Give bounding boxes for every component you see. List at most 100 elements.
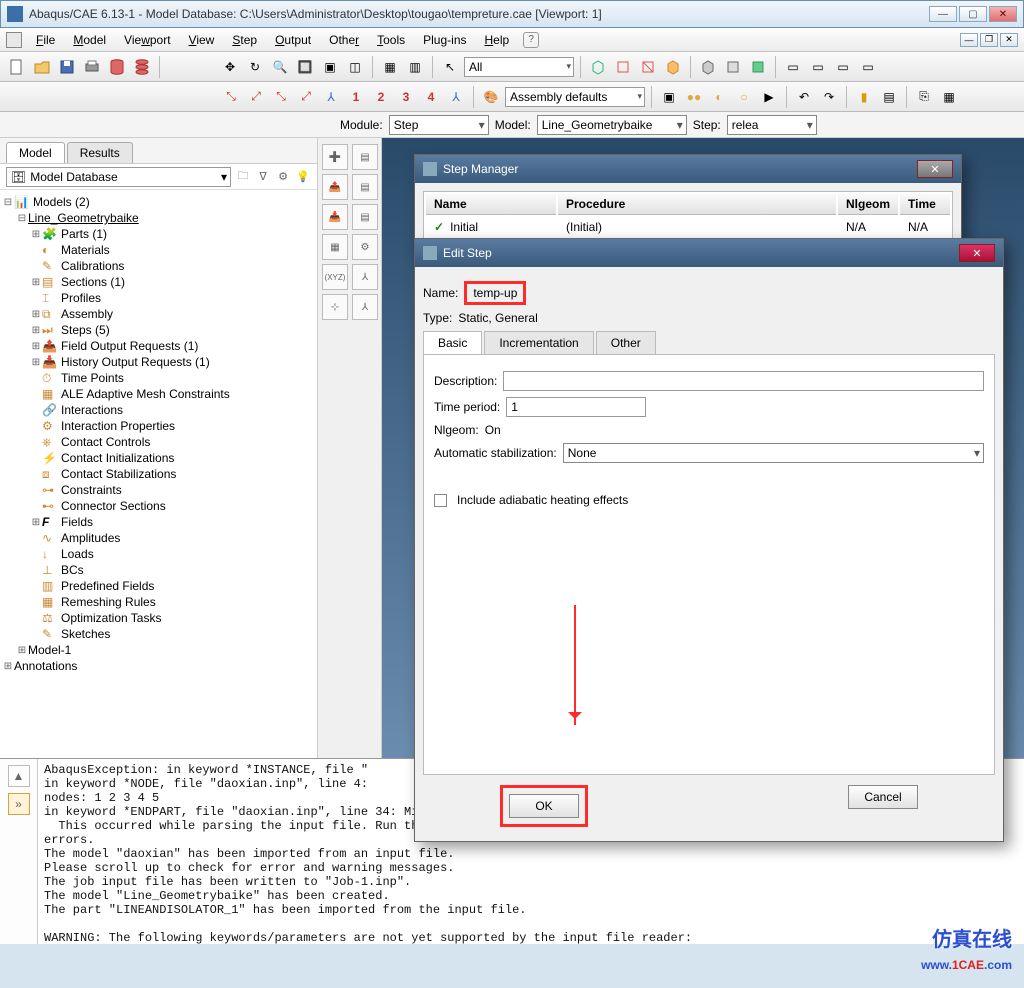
table-row[interactable]: ✓Initial (Initial) N/A N/A	[426, 217, 950, 237]
menu-output[interactable]: Output	[267, 31, 319, 49]
circles2-icon[interactable]: ◐	[708, 86, 730, 108]
view-right-icon[interactable]	[747, 56, 769, 78]
tree-calibrations[interactable]: Calibrations	[61, 259, 124, 273]
open-icon[interactable]	[31, 56, 53, 78]
window-close-button[interactable]: ✕	[989, 6, 1017, 22]
grid2-icon[interactable]: ▥	[404, 56, 426, 78]
circle-icon[interactable]: ○	[733, 86, 755, 108]
tree-loads[interactable]: Loads	[61, 547, 94, 561]
tree-ale[interactable]: ALE Adaptive Mesh Constraints	[61, 387, 230, 401]
menu-tools[interactable]: Tools	[369, 31, 413, 49]
auto-stab-select[interactable]: None	[563, 443, 984, 463]
num1-icon[interactable]: 1	[345, 86, 367, 108]
window-maximize-button[interactable]: ▢	[959, 6, 987, 22]
tree-sketches[interactable]: Sketches	[61, 627, 110, 641]
undo-icon[interactable]: ↶	[793, 86, 815, 108]
tree-materials[interactable]: Materials	[61, 243, 110, 257]
pan-icon[interactable]: ✥	[219, 56, 241, 78]
light-icon[interactable]: 💡	[295, 169, 311, 185]
tree-predefined[interactable]: Predefined Fields	[61, 579, 154, 593]
menu-help[interactable]: Help	[477, 31, 518, 49]
menu-view[interactable]: View	[181, 31, 223, 49]
model-tree[interactable]: ⊟📊Models (2) ⊟Line_Geometrybaike ⊞🧩Parts…	[0, 190, 317, 758]
module-select[interactable]: Step	[389, 115, 489, 135]
description-input[interactable]	[503, 371, 984, 391]
bar1-icon[interactable]: ▮	[853, 86, 875, 108]
save-icon[interactable]	[56, 56, 78, 78]
tree-fields[interactable]: Fields	[61, 515, 93, 529]
color-mode-combo[interactable]: Assembly defaults	[505, 87, 645, 107]
triad-icon[interactable]: ⅄	[320, 86, 342, 108]
database-icon[interactable]	[106, 56, 128, 78]
ok-button[interactable]: OK	[509, 794, 579, 818]
view-xy-icon[interactable]: ▭	[782, 56, 804, 78]
menu-model[interactable]: Model	[65, 31, 114, 49]
cube3-icon[interactable]	[637, 56, 659, 78]
edit-step-close-button[interactable]: ✕	[959, 244, 995, 262]
menu-step[interactable]: Step	[224, 31, 265, 49]
view-xz-icon[interactable]: ▭	[807, 56, 829, 78]
toolbox-csys-icon[interactable]: ⅄	[352, 294, 378, 320]
menu-viewport[interactable]: Viewport	[116, 31, 179, 49]
view-persp-icon[interactable]: ▭	[857, 56, 879, 78]
toolbox-history-manager-icon[interactable]: ▤	[352, 204, 378, 230]
toolbox-step-manager-icon[interactable]: ▤	[352, 144, 378, 170]
csys-w-icon[interactable]: ⤢	[295, 86, 317, 108]
cube1-icon[interactable]	[587, 56, 609, 78]
console-log-icon[interactable]: ▲	[8, 765, 30, 787]
time-period-input[interactable]	[506, 397, 646, 417]
tab-model[interactable]: Model	[6, 142, 65, 163]
model-select[interactable]: Line_Geometrybaike	[537, 115, 687, 135]
edit-step-titlebar[interactable]: Edit Step ✕	[415, 239, 1003, 267]
last-icon[interactable]: ▦	[938, 86, 960, 108]
step-manager-titlebar[interactable]: Step Manager ✕	[415, 155, 961, 183]
tab-incrementation[interactable]: Incrementation	[484, 331, 593, 354]
view-yz-icon[interactable]: ▭	[832, 56, 854, 78]
menu-plugins[interactable]: Plug-ins	[415, 31, 474, 49]
redo-icon[interactable]: ↷	[818, 86, 840, 108]
print-icon[interactable]	[81, 56, 103, 78]
step-select[interactable]: relea	[727, 115, 817, 135]
link-icon[interactable]: ⎘	[913, 86, 935, 108]
palette-icon[interactable]: 🎨	[480, 86, 502, 108]
triad2-icon[interactable]: ⅄	[445, 86, 467, 108]
tree-time-points[interactable]: Time Points	[61, 371, 124, 385]
csys-x-icon[interactable]: ⤡	[220, 86, 242, 108]
expand-all-icon[interactable]: 🗀	[235, 169, 251, 185]
num2-icon[interactable]: 2	[370, 86, 392, 108]
window-minimize-button[interactable]: —	[929, 6, 957, 22]
step-manager-close-button[interactable]: ✕	[917, 160, 953, 178]
context-help-icon[interactable]: ?	[523, 32, 539, 48]
tree-assembly[interactable]: Assembly	[61, 307, 113, 321]
circles1-icon[interactable]: ●●	[683, 86, 705, 108]
mdi-close-button[interactable]: ✕	[1000, 33, 1018, 47]
filter-icon[interactable]: ∇	[255, 169, 271, 185]
toolbox-ale-icon[interactable]: ▦	[322, 234, 348, 260]
console-cli-icon[interactable]: »	[8, 793, 30, 815]
tree-profiles[interactable]: Profiles	[61, 291, 101, 305]
view-left-icon[interactable]	[722, 56, 744, 78]
tree-field-output[interactable]: Field Output Requests (1)	[61, 339, 198, 353]
select-arrow-icon[interactable]: ↖	[439, 56, 461, 78]
toolbox-xyz-icon[interactable]: (XYZ)	[322, 264, 348, 290]
tree-bcs[interactable]: BCs	[61, 563, 84, 577]
csys-y-icon[interactable]: ⤢	[245, 86, 267, 108]
tree-remeshing[interactable]: Remeshing Rules	[61, 595, 156, 609]
toolbox-history-output-icon[interactable]: 📥	[322, 204, 348, 230]
toolbox-field-manager-icon[interactable]: ▤	[352, 174, 378, 200]
tree-steps[interactable]: Steps (5)	[61, 323, 110, 337]
toolbox-create-step-icon[interactable]: ➕	[322, 144, 348, 170]
view-iso-icon[interactable]	[697, 56, 719, 78]
tree-annotations[interactable]: Annotations	[14, 659, 77, 673]
toolbox-triad-icon[interactable]: ⅄	[352, 264, 378, 290]
tree-contact-controls[interactable]: Contact Controls	[61, 435, 150, 449]
tree-amplitudes[interactable]: Amplitudes	[61, 531, 120, 545]
cubes1-icon[interactable]: ▣	[658, 86, 680, 108]
toolbox-field-output-icon[interactable]: 📤	[322, 174, 348, 200]
tree-model-1[interactable]: Model-1	[28, 643, 71, 657]
cancel-button[interactable]: Cancel	[848, 785, 918, 809]
tree-contact-stab[interactable]: Contact Stabilizations	[61, 467, 176, 481]
settings-icon[interactable]: ⚙	[275, 169, 291, 185]
tree-models[interactable]: Models (2)	[33, 195, 90, 209]
tab-basic[interactable]: Basic	[423, 331, 482, 354]
